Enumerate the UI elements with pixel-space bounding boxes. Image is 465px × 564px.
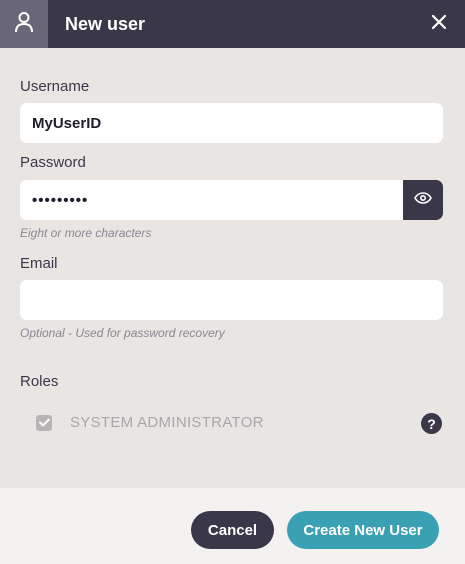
username-field[interactable] <box>20 103 443 143</box>
role-checkbox[interactable] <box>36 414 52 432</box>
roles-label: Roles <box>20 373 59 390</box>
password-label: Password <box>20 154 86 171</box>
email-label: Email <box>20 255 58 272</box>
password-hint: Eight or more characters <box>20 226 152 240</box>
create-new-user-button[interactable]: Create New User <box>287 511 439 549</box>
email-field[interactable] <box>20 280 443 320</box>
close-icon <box>431 14 447 35</box>
show-password-button[interactable] <box>403 180 443 220</box>
user-icon-box <box>0 0 48 48</box>
password-field-wrapper <box>20 180 443 220</box>
cancel-button[interactable]: Cancel <box>191 511 274 549</box>
close-button[interactable] <box>427 12 451 36</box>
eye-icon <box>414 191 432 209</box>
dialog-header: New user <box>0 0 465 48</box>
checkmark-icon <box>38 414 50 432</box>
email-hint: Optional - Used for password recovery <box>20 326 225 340</box>
username-label: Username <box>20 78 90 95</box>
password-field[interactable] <box>20 180 403 220</box>
dialog-title: New user <box>65 13 146 34</box>
help-icon[interactable]: ? <box>421 413 442 434</box>
role-label: SYSTEM ADMINISTRATOR <box>70 414 264 431</box>
user-icon <box>14 11 34 38</box>
role-item-system-administrator[interactable]: SYSTEM ADMINISTRATOR <box>36 414 264 431</box>
